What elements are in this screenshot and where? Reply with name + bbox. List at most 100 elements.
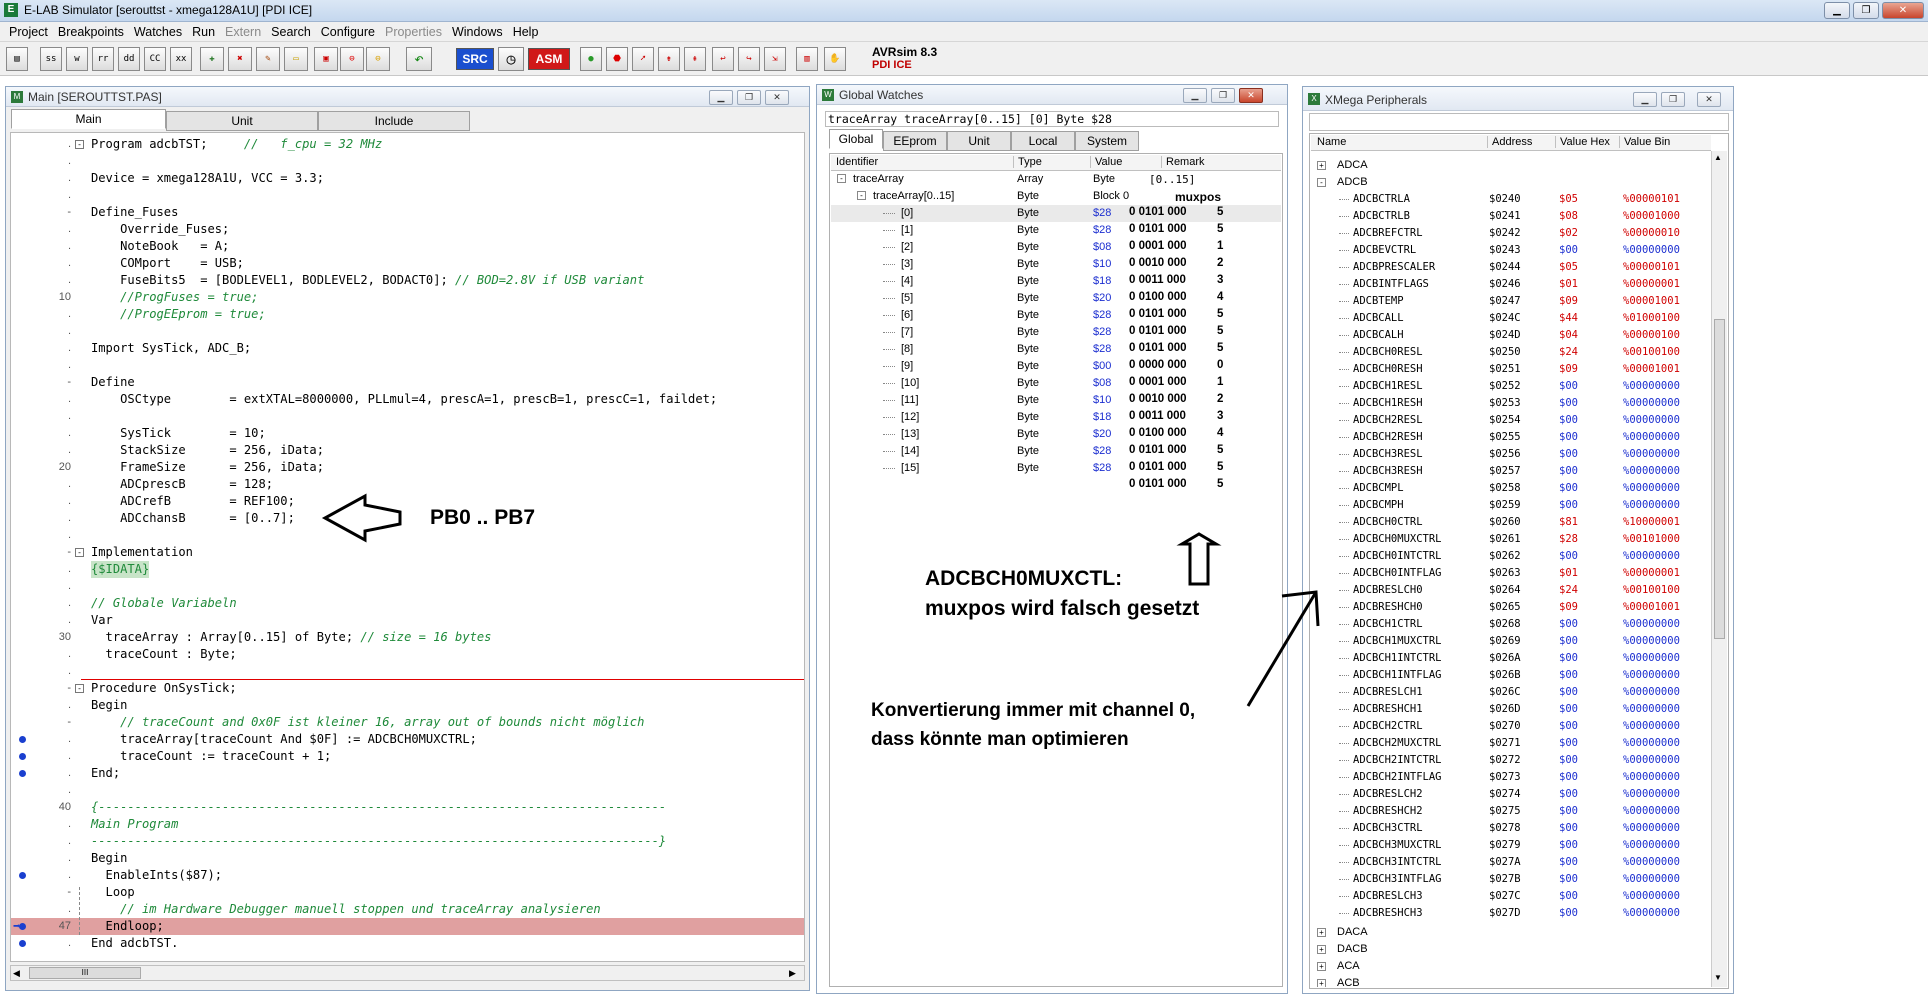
code-line[interactable]: . // im Hardware Debugger manuell stoppe… <box>11 901 804 918</box>
undo-icon[interactable]: ↶ <box>406 47 432 71</box>
peripherals-minimize-button[interactable]: ▁ <box>1633 92 1657 107</box>
register-row[interactable]: ADCBCH0CTRL $0260 $81 %10000001 <box>1311 514 1711 531</box>
main-minimize-button[interactable]: ▁ <box>709 90 733 105</box>
register-row[interactable]: ADCBCH3CTRL $0278 $00 %00000000 <box>1311 820 1711 837</box>
register-row[interactable]: ADCBCH3INTCTRL $027A $00 %00000000 <box>1311 854 1711 871</box>
register-row[interactable]: ADCBCH2CTRL $0270 $00 %00000000 <box>1311 718 1711 735</box>
register-row[interactable]: ADCBCH1MUXCTRL $0269 $00 %00000000 <box>1311 633 1711 650</box>
toolbar-button-xx[interactable]: xx <box>170 47 192 71</box>
tree-collapse-icon[interactable]: - <box>837 174 846 183</box>
register-row[interactable]: ADCBCALL $024C $44 %01000100 <box>1311 310 1711 327</box>
watch-row[interactable]: [4] Byte $18 <box>831 273 1281 290</box>
tree-expand-icon[interactable]: + <box>1317 962 1326 971</box>
code-line[interactable]: . FuseBits5 = [BODLEVEL1, BODLEVEL2, BOD… <box>11 272 804 289</box>
register-row[interactable]: ADCBCH0INTCTRL $0262 $00 %00000000 <box>1311 548 1711 565</box>
code-line[interactable]: . //ProgEEprom = true; <box>11 306 804 323</box>
watch-row[interactable]: [6] Byte $28 <box>831 307 1281 324</box>
tab-include[interactable]: Include <box>318 111 470 131</box>
scroll-up-icon[interactable]: ▲ <box>1714 153 1722 162</box>
code-line[interactable]: . Main Program <box>11 816 804 833</box>
watches-maximize-button[interactable]: ❐ <box>1211 88 1235 103</box>
register-row[interactable]: ADCBPRESCALER $0244 $05 %00000101 <box>1311 259 1711 276</box>
menu-item-properties[interactable]: Properties <box>380 25 447 39</box>
fold-toggle-icon[interactable]: - <box>75 684 84 693</box>
tab-unit-watches[interactable]: Unit <box>947 131 1011 151</box>
src-button[interactable]: SRC <box>456 48 494 70</box>
code-editor[interactable]: . - Program adcbTST; // f_cpu = 32 MHz. . De… <box>10 132 805 962</box>
register-row[interactable]: ADCBCH3RESH $0257 $00 %00000000 <box>1311 463 1711 480</box>
step-over-icon[interactable]: ⇞ <box>684 47 706 71</box>
register-row[interactable]: ADCBCH1RESH $0253 $00 %00000000 <box>1311 395 1711 412</box>
register-group[interactable]: + DACA <box>1311 924 1711 941</box>
watch-row[interactable]: [2] Byte $08 <box>831 239 1281 256</box>
cursor-icon[interactable]: ➚ <box>632 47 654 71</box>
register-group[interactable]: + DACB <box>1311 941 1711 958</box>
main-maximize-button[interactable]: ❐ <box>737 90 761 105</box>
watch-row[interactable]: [9] Byte $00 <box>831 358 1281 375</box>
register-group[interactable]: + ACB <box>1311 975 1711 987</box>
code-line[interactable]: . SysTick = 10; <box>11 425 804 442</box>
code-line[interactable]: . End; <box>11 765 804 782</box>
register-row[interactable]: ADCBCH2RESH $0255 $00 %00000000 <box>1311 429 1711 446</box>
register-row[interactable]: ADCBRESLCH3 $027C $00 %00000000 <box>1311 888 1711 905</box>
menu-item-help[interactable]: Help <box>508 25 544 39</box>
hand-icon[interactable]: ✋ <box>824 47 846 71</box>
stop-icon[interactable]: ⊖ <box>340 47 364 71</box>
tab-local[interactable]: Local <box>1011 131 1075 151</box>
reset-icon[interactable]: ▣ <box>314 47 338 71</box>
code-line[interactable]: . <box>11 578 804 595</box>
register-row[interactable]: ADCBCMPL $0258 $00 %00000000 <box>1311 480 1711 497</box>
code-line[interactable]: . ---------------------------------------… <box>11 833 804 850</box>
code-line[interactable]: . <box>11 663 804 680</box>
tree-expand-icon[interactable]: + <box>1317 945 1326 954</box>
tab-unit[interactable]: Unit <box>166 111 318 131</box>
register-row[interactable]: ADCBCH0RESH $0251 $09 %00001001 <box>1311 361 1711 378</box>
register-row[interactable]: ADCBCH0RESL $0250 $24 %00100100 <box>1311 344 1711 361</box>
tree-expand-icon[interactable]: + <box>1317 161 1326 170</box>
watch-row[interactable]: [12] Byte $18 <box>831 409 1281 426</box>
code-line[interactable]: . // Globale Variabeln <box>11 595 804 612</box>
code-line[interactable]: . <box>11 408 804 425</box>
asm-button[interactable]: ASM <box>528 48 570 70</box>
register-row[interactable]: ADCBCH1CTRL $0268 $00 %00000000 <box>1311 616 1711 633</box>
code-line[interactable]: - // traceCount and 0x0F ist kleiner 16,… <box>11 714 804 731</box>
code-line[interactable]: . traceArray[traceCount And $0F] := ADCB… <box>11 731 804 748</box>
code-line[interactable]: . traceCount := traceCount + 1; <box>11 748 804 765</box>
register-row[interactable]: ADCBCH2MUXCTRL $0271 $00 %00000000 <box>1311 735 1711 752</box>
code-line[interactable]: . Device = xmega128A1U, VCC = 3.3; <box>11 170 804 187</box>
register-row[interactable]: ADCBCH0INTFLAG $0263 $01 %00000001 <box>1311 565 1711 582</box>
watch-row[interactable]: [7] Byte $28 <box>831 324 1281 341</box>
code-line[interactable]: - Loop <box>11 884 804 901</box>
register-row[interactable]: ADCBRESLCH1 $026C $00 %00000000 <box>1311 684 1711 701</box>
fold-toggle-icon[interactable]: - <box>75 548 84 557</box>
code-line[interactable]: . End adcbTST. <box>11 935 804 952</box>
watch-row[interactable]: [15] Byte $28 <box>831 460 1281 477</box>
add-watch-icon[interactable]: ✚ <box>200 47 224 71</box>
peripherals-vscroll-thumb[interactable] <box>1714 319 1725 639</box>
code-line[interactable]: . NoteBook = A; <box>11 238 804 255</box>
code-line[interactable]: . - Program adcbTST; // f_cpu = 32 MHz <box>11 136 804 153</box>
register-group[interactable]: + ADCA <box>1311 157 1711 174</box>
step-into-icon[interactable]: ⇟ <box>658 47 680 71</box>
register-row[interactable]: ADCBCH1INTCTRL $026A $00 %00000000 <box>1311 650 1711 667</box>
register-row[interactable]: ADCBCALH $024D $04 %00000100 <box>1311 327 1711 344</box>
register-row[interactable]: ADCBCH1RESL $0252 $00 %00000000 <box>1311 378 1711 395</box>
watches-close-button[interactable]: ✕ <box>1239 88 1263 103</box>
register-row[interactable]: ADCBCTRLB $0241 $08 %00001000 <box>1311 208 1711 225</box>
toolbar-button-w[interactable]: w <box>66 47 88 71</box>
register-row[interactable]: ADCBREFCTRL $0242 $02 %00000010 <box>1311 225 1711 242</box>
peripherals-vscrollbar[interactable]: ▲ ▼ <box>1711 151 1727 987</box>
watch-row[interactable]: [3] Byte $10 <box>831 256 1281 273</box>
tab-eeprom[interactable]: EEprom <box>883 131 947 151</box>
code-line[interactable]: . <box>11 782 804 799</box>
pause-icon[interactable]: ⊖ <box>366 47 390 71</box>
code-line[interactable]: 10 //ProgFuses = true; <box>11 289 804 306</box>
register-row[interactable]: ADCBINTFLAGS $0246 $01 %00000001 <box>1311 276 1711 293</box>
code-line[interactable]: . Begin <box>11 850 804 867</box>
code-line[interactable]: - Define <box>11 374 804 391</box>
register-row[interactable]: ADCBCH2INTCTRL $0272 $00 %00000000 <box>1311 752 1711 769</box>
toolbar-button-ss[interactable]: ss <box>40 47 62 71</box>
code-line[interactable]: 40 {-------------------------------------… <box>11 799 804 816</box>
register-group[interactable]: - ADCB <box>1311 174 1711 191</box>
watches-minimize-button[interactable]: ▁ <box>1183 88 1207 103</box>
